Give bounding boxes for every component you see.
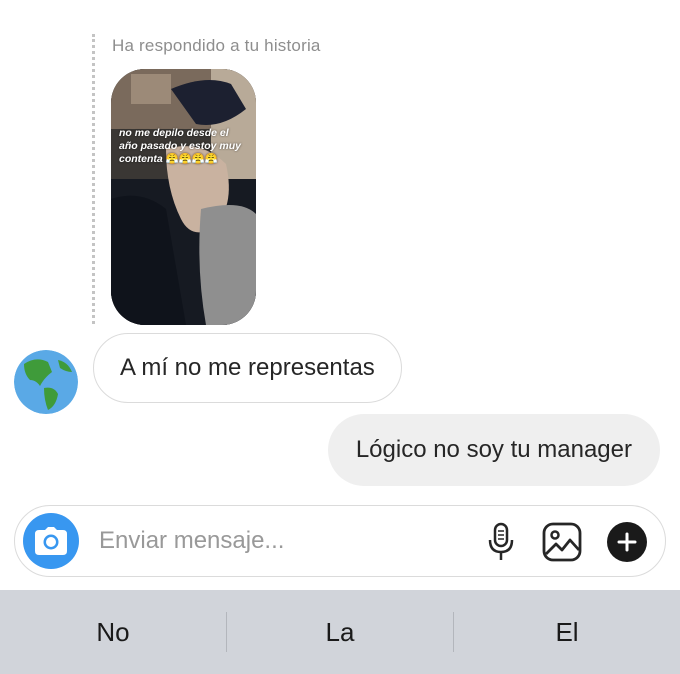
story-emoji: 😤😤😤😤 — [165, 153, 218, 166]
camera-button[interactable] — [23, 513, 79, 569]
message-text: Lógico no soy tu manager — [355, 436, 632, 463]
avatar[interactable] — [14, 350, 78, 414]
message-composer — [14, 505, 666, 577]
camera-icon — [35, 527, 67, 555]
gallery-icon — [542, 522, 582, 562]
story-image — [111, 69, 256, 325]
suggestion-item[interactable]: La — [227, 590, 453, 674]
story-reply-caption: Ha respondido a tu historia — [112, 36, 321, 55]
message-text: A mí no me representas — [120, 354, 375, 381]
microphone-icon — [488, 522, 514, 560]
message-input[interactable] — [99, 524, 459, 558]
plus-icon — [617, 532, 637, 552]
reply-thread-line — [92, 34, 95, 324]
globe-icon — [14, 350, 78, 414]
suggestion-item[interactable]: No — [0, 590, 226, 674]
outgoing-message-bubble[interactable]: Lógico no soy tu manager — [327, 414, 660, 486]
incoming-message-bubble[interactable]: A mí no me representas — [93, 333, 402, 403]
plus-button[interactable] — [607, 522, 647, 562]
microphone-button[interactable] — [485, 522, 517, 562]
story-overlay-text: no me depilo desde el año pasado y estoy… — [119, 127, 241, 166]
keyboard-suggestion-bar: No La El — [0, 590, 680, 674]
gallery-button[interactable] — [542, 522, 582, 562]
suggestion-item[interactable]: El — [454, 590, 680, 674]
story-thumbnail[interactable]: no me depilo desde el año pasado y estoy… — [111, 69, 256, 325]
